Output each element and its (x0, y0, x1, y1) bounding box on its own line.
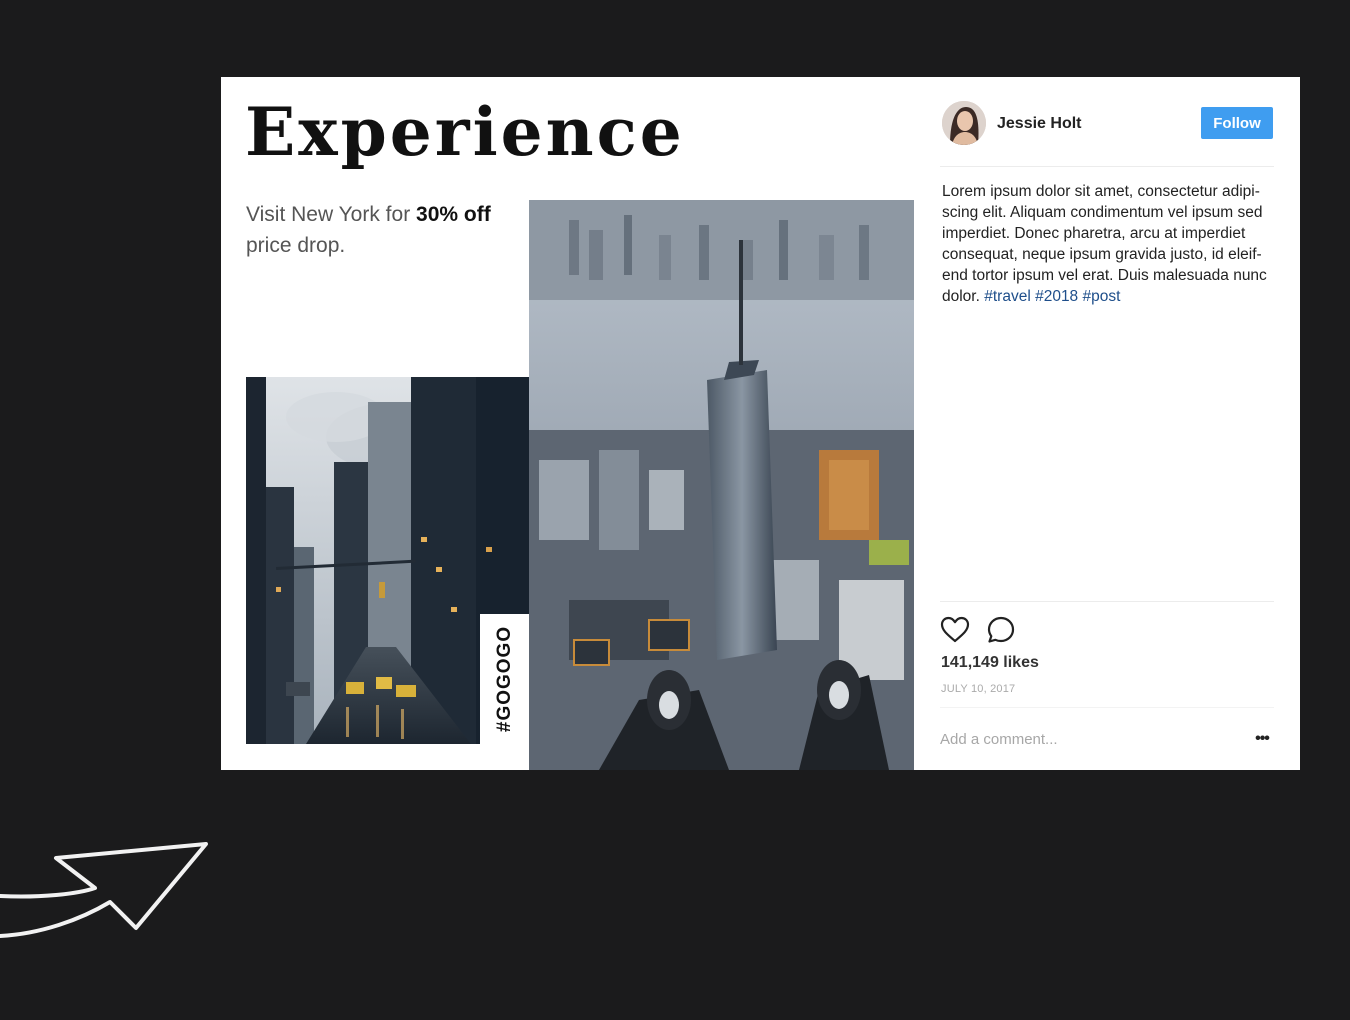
hashtag-travel[interactable]: #travel (984, 288, 1031, 305)
comment-button[interactable] (986, 615, 1016, 645)
hashtag-label: #GOGOGO (493, 625, 515, 733)
likes-count: 141,149 likes (941, 654, 1039, 671)
post-headline: Experience (245, 93, 685, 171)
actions-divider (940, 601, 1274, 602)
aerial-photo (529, 200, 914, 770)
paper-plane-icon (0, 842, 208, 938)
promo-text: Visit New York for 30% off price drop. (246, 199, 516, 261)
post-card: Experience Visit New York for 30% off pr… (221, 77, 1300, 770)
comment-input[interactable] (940, 727, 1230, 751)
more-options-button[interactable]: ••• (1250, 729, 1274, 749)
heart-outline-icon (940, 616, 970, 643)
promo-prefix: Visit New York for (246, 203, 417, 226)
promo-discount: 30% off (416, 203, 491, 226)
follow-button[interactable]: Follow (1201, 107, 1273, 139)
hashtag-post[interactable]: #post (1083, 288, 1121, 305)
post-caption: Lorem ipsum dolor sit amet, consectetur … (942, 181, 1276, 307)
username[interactable]: Jessie Holt (997, 115, 1081, 133)
avatar[interactable] (942, 101, 986, 145)
comment-bubble-icon (987, 616, 1015, 643)
post-sidebar: Jessie Holt Follow Lorem ipsum dolor sit… (940, 77, 1274, 770)
header-divider (940, 166, 1274, 167)
caption-text: Lorem ipsum dolor sit amet, consectetur … (942, 183, 1267, 305)
post-date: JULY 10, 2017 (941, 683, 1016, 695)
comment-divider (940, 707, 1274, 708)
hashtag-label-box: #GOGOGO (480, 614, 529, 744)
avatar-photo-icon (942, 101, 986, 145)
like-button[interactable] (940, 615, 970, 645)
promo-suffix: price drop. (246, 234, 346, 257)
hashtag-2018[interactable]: #2018 (1035, 288, 1078, 305)
